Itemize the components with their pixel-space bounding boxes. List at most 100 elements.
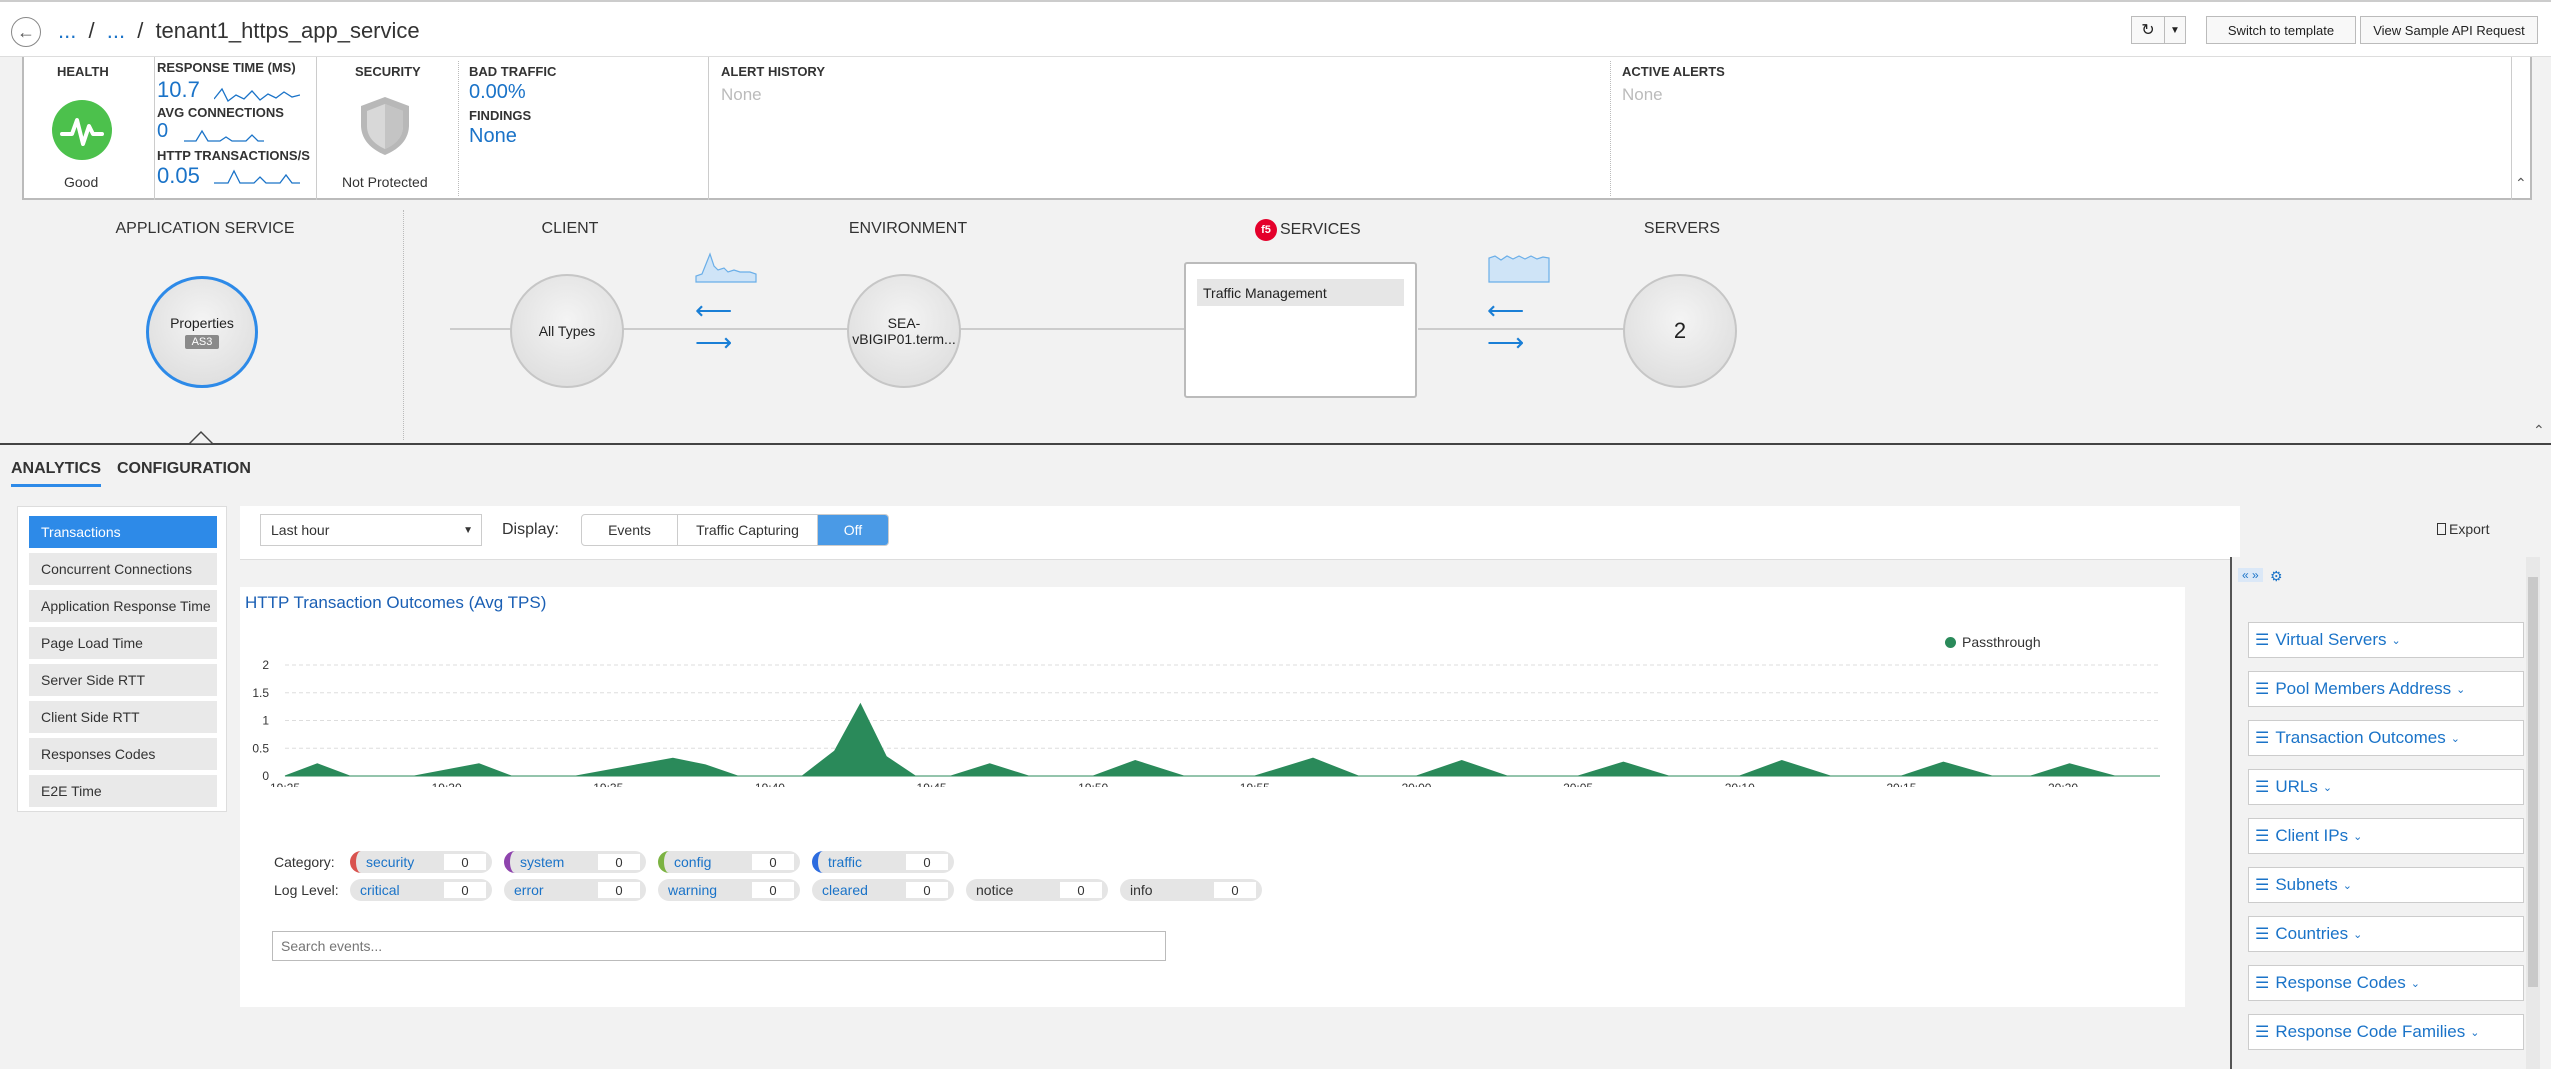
- gear-icon[interactable]: ⚙: [2270, 568, 2283, 585]
- breadcrumb-separator: /: [88, 18, 95, 43]
- app-service-properties-node[interactable]: Properties AS3: [146, 276, 258, 388]
- loglevel-filter-info[interactable]: info 0: [1120, 879, 1262, 901]
- collapse-topology-icon[interactable]: ⌃: [2533, 422, 2545, 439]
- x-tick-label: 19:45: [917, 781, 947, 787]
- loglevel-count: 0: [444, 882, 486, 898]
- selected-pointer-icon: [189, 430, 213, 445]
- client-node[interactable]: All Types: [510, 274, 624, 388]
- display-off-button[interactable]: Off: [818, 515, 888, 545]
- y-tick-label: 1.5: [252, 686, 269, 700]
- nav-item-responses-codes[interactable]: Responses Codes: [29, 738, 217, 770]
- legend-swatch: [1945, 636, 1956, 648]
- back-button[interactable]: ←: [11, 17, 41, 47]
- nav-item-concurrent-connections[interactable]: Concurrent Connections: [29, 553, 217, 585]
- loglevel-filter-warning[interactable]: warning 0: [658, 879, 800, 901]
- stats-panel: HEALTH Good RESPONSE TIME (MS) 10.7 AVG …: [22, 57, 2532, 200]
- breadcrumb: ... / ... / tenant1_https_app_service: [58, 18, 420, 44]
- nav-item-client-side-rtt[interactable]: Client Side RTT: [29, 701, 217, 733]
- services-heading-text: SERVICES: [1280, 221, 1361, 238]
- category-filter-security[interactable]: security 0: [350, 851, 492, 873]
- tab-analytics[interactable]: ANALYTICS: [11, 460, 102, 487]
- drag-handle-icon: ☰: [2255, 926, 2270, 943]
- nav-item-page-load-time[interactable]: Page Load Time: [29, 627, 217, 659]
- export-button[interactable]: Export: [2437, 521, 2489, 537]
- breadcrumb-link-1[interactable]: ...: [58, 18, 76, 43]
- filter-label: Pool Members Address: [2275, 679, 2452, 698]
- filter-transaction-outcomes[interactable]: ☰ Transaction Outcomes ⌄: [2248, 720, 2524, 756]
- alert-history-label: ALERT HISTORY: [721, 64, 826, 79]
- category-count: 0: [752, 854, 794, 870]
- nav-item-application-response-time[interactable]: Application Response Time: [29, 590, 217, 622]
- filter-label: Response Code Families: [2275, 1022, 2466, 1041]
- filter-response-codes[interactable]: ☰ Response Codes ⌄: [2248, 965, 2524, 1001]
- loglevel-count: 0: [906, 882, 948, 898]
- breadcrumb-link-2[interactable]: ...: [107, 18, 125, 43]
- avg-connections-label: AVG CONNECTIONS: [157, 105, 284, 120]
- caret-down-icon: ▼: [463, 524, 473, 536]
- filter-subnets[interactable]: ☰ Subnets ⌄: [2248, 867, 2524, 903]
- nav-item-e2e-time[interactable]: E2E Time: [29, 775, 217, 807]
- tab-configuration[interactable]: CONFIGURATION: [117, 460, 251, 484]
- servers-node[interactable]: 2: [1623, 274, 1737, 388]
- filter-label: Countries: [2275, 924, 2349, 943]
- x-tick-label: 20:20: [2048, 781, 2078, 787]
- refresh-options-dropdown[interactable]: ▼: [2164, 16, 2186, 44]
- health-status: Good: [64, 174, 99, 190]
- security-status: Not Protected: [342, 174, 428, 190]
- display-traffic-capturing-button[interactable]: Traffic Capturing: [678, 515, 818, 545]
- services-box[interactable]: Traffic Management: [1184, 262, 1417, 398]
- connector-line: [622, 328, 849, 330]
- drag-handle-icon: ☰: [2255, 779, 2270, 796]
- scrollbar-thumb[interactable]: [2528, 577, 2538, 987]
- search-events-input[interactable]: [273, 932, 1165, 960]
- refresh-button[interactable]: ↻: [2131, 16, 2165, 44]
- chevron-down-icon: ⌄: [2450, 732, 2460, 745]
- filter-countries[interactable]: ☰ Countries ⌄: [2248, 916, 2524, 952]
- display-events-button[interactable]: Events: [582, 515, 678, 545]
- category-filter-system[interactable]: system 0: [504, 851, 646, 873]
- view-api-request-button[interactable]: View Sample API Request: [2360, 16, 2538, 44]
- http-tps-label: HTTP TRANSACTIONS/S: [157, 148, 310, 163]
- x-tick-label: 20:15: [1886, 781, 1916, 787]
- chart-plot: 0 0.5 1 1.5 2 19:25 19:30 19:35 19:40 19:45 19:50 1…: [252, 658, 2160, 787]
- y-tick-label: 2: [262, 658, 269, 672]
- collapse-stats-icon[interactable]: ⌃: [2515, 175, 2527, 192]
- scrollbar[interactable]: [2526, 557, 2540, 1069]
- category-filter-traffic[interactable]: traffic 0: [812, 851, 954, 873]
- export-label: Export: [2449, 521, 2490, 537]
- findings-label: FINDINGS: [469, 108, 532, 123]
- time-range-value: Last hour: [271, 522, 330, 538]
- active-alerts-value: None: [1622, 85, 1663, 104]
- environment-node[interactable]: SEA- vBIGIP01.term...: [847, 274, 961, 388]
- nav-item-server-side-rtt[interactable]: Server Side RTT: [29, 664, 217, 696]
- chevron-down-icon: ⌄: [2470, 1026, 2480, 1039]
- category-filter-config[interactable]: config 0: [658, 851, 800, 873]
- loglevel-filter-error[interactable]: error 0: [504, 879, 646, 901]
- app-service-heading: APPLICATION SERVICE: [115, 220, 295, 237]
- bad-traffic-label: BAD TRAFFIC: [469, 64, 557, 79]
- health-pulse-icon: [52, 100, 112, 160]
- loglevel-filter-notice[interactable]: notice 0: [966, 879, 1108, 901]
- display-label: Display:: [502, 521, 559, 538]
- loglevel-filter-critical[interactable]: critical 0: [350, 879, 492, 901]
- divider: [316, 57, 317, 200]
- filter-pool-members-address[interactable]: ☰ Pool Members Address ⌄: [2248, 671, 2524, 707]
- switch-to-template-button[interactable]: Switch to template: [2206, 16, 2356, 44]
- filter-client-ips[interactable]: ☰ Client IPs ⌄: [2248, 818, 2524, 854]
- y-tick-label: 0.5: [252, 741, 269, 755]
- loglevel-filter-cleared[interactable]: cleared 0: [812, 879, 954, 901]
- filter-virtual-servers[interactable]: ☰ Virtual Servers ⌄: [2248, 622, 2524, 658]
- collapse-panel-button[interactable]: « »: [2238, 568, 2263, 582]
- filter-urls[interactable]: ☰ URLs ⌄: [2248, 769, 2524, 805]
- category-filters: security 0 system 0 config 0 traffic 0: [350, 851, 954, 873]
- traffic-management-item[interactable]: Traffic Management: [1197, 279, 1404, 306]
- servers-heading: SERVERS: [1643, 220, 1721, 237]
- http-tps-value: 0.05: [157, 163, 200, 188]
- y-tick-label: 0: [262, 769, 269, 783]
- chart-title: HTTP Transaction Outcomes (Avg TPS): [245, 593, 547, 612]
- breadcrumb-separator: /: [137, 18, 144, 43]
- nav-item-transactions[interactable]: Transactions: [29, 516, 217, 548]
- time-range-select[interactable]: Last hour ▼: [260, 514, 482, 546]
- security-label: SECURITY: [355, 64, 421, 79]
- filter-response-code-families[interactable]: ☰ Response Code Families ⌄: [2248, 1014, 2524, 1050]
